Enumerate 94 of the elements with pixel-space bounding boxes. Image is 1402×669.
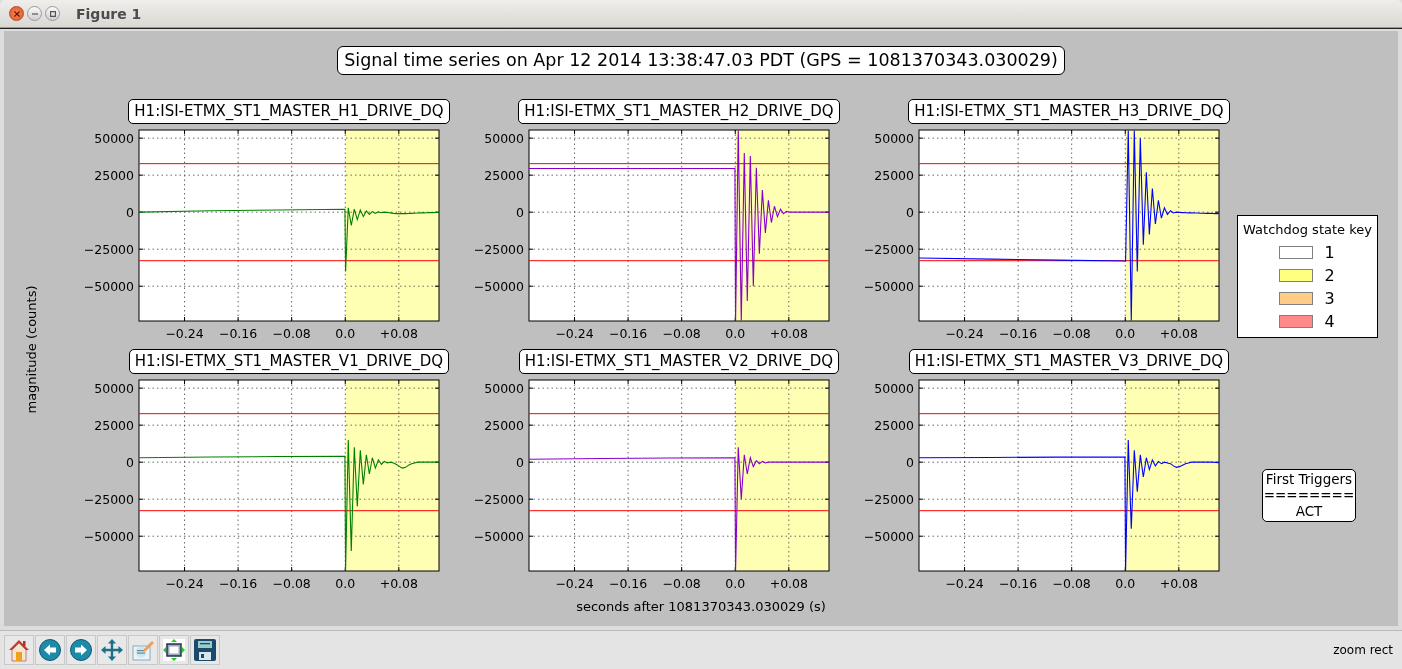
- tick-label: −0.08: [1052, 576, 1091, 591]
- tick-label: 0: [126, 454, 134, 470]
- tick-label: 25000: [874, 167, 914, 183]
- tick-label: 0.0: [335, 576, 356, 591]
- subplot-title: H1:ISI-ETMX_ST1_MASTER_V3_DRIVE_DQ: [908, 349, 1230, 374]
- tick-label: −0.24: [555, 326, 594, 341]
- subplot-title: H1:ISI-ETMX_ST1_MASTER_H2_DRIVE_DQ: [518, 99, 840, 124]
- tick-label: −0.16: [998, 576, 1038, 591]
- tick-label: −50000: [863, 528, 914, 544]
- tick-label: −0.08: [272, 576, 311, 591]
- tick-label: −25000: [83, 241, 134, 257]
- figure-title: Signal time series on Apr 12 2014 13:38:47.03 PDT (GPS = 1081370343.030029): [337, 46, 1065, 75]
- subplot-title: H1:ISI-ETMX_ST1_MASTER_H1_DRIVE_DQ: [128, 99, 450, 124]
- tick-label: −50000: [83, 528, 134, 544]
- separator-text: ========: [1263, 487, 1355, 503]
- tick-label: −0.24: [555, 576, 594, 591]
- tick-label: −50000: [863, 278, 914, 294]
- tick-label: +0.08: [1159, 576, 1198, 591]
- tick-label: 25000: [94, 417, 134, 433]
- tick-label: 50000: [94, 130, 134, 146]
- minimize-icon: [31, 12, 38, 15]
- tick-label: −0.16: [608, 576, 648, 591]
- subplot-title: H1:ISI-ETMX_ST1_MASTER_H3_DRIVE_DQ: [908, 99, 1230, 124]
- tick-label: −0.08: [1052, 326, 1091, 341]
- window-title: Figure 1: [76, 5, 142, 22]
- tick-label: −50000: [83, 278, 134, 294]
- tick-label: 0.0: [1115, 326, 1136, 341]
- tick-label: −0.08: [272, 326, 311, 341]
- tick-label: −25000: [863, 241, 914, 257]
- tick-label: 25000: [94, 167, 134, 183]
- close-button[interactable]: [9, 6, 24, 21]
- legend-label: 4: [1324, 312, 1336, 331]
- x-axis-label: seconds after 1081370343.030029 (s): [576, 599, 826, 614]
- tick-label: 50000: [94, 380, 134, 396]
- tick-label: 0: [516, 204, 524, 220]
- legend-title: Watchdog state key: [1242, 221, 1373, 238]
- forward-button[interactable]: [66, 635, 96, 665]
- tick-label: 50000: [874, 130, 914, 146]
- trigger-value: ACT: [1295, 503, 1323, 519]
- tick-label: 50000: [484, 380, 524, 396]
- tick-label: 25000: [874, 417, 914, 433]
- tick-label: 0: [516, 454, 524, 470]
- triggers-heading: First Triggers: [1265, 471, 1353, 487]
- tick-label: 0.0: [725, 326, 746, 341]
- legend-label: 2: [1324, 266, 1336, 285]
- maximize-icon: [49, 10, 56, 17]
- tick-label: −0.24: [945, 576, 984, 591]
- four-way-arrow-icon: [100, 638, 124, 662]
- subplot-title: H1:ISI-ETMX_ST1_MASTER_V1_DRIVE_DQ: [128, 349, 450, 374]
- tick-label: +0.08: [769, 326, 808, 341]
- tick-label: −0.16: [608, 326, 648, 341]
- tick-label: 0.0: [1115, 576, 1136, 591]
- tick-label: 25000: [484, 167, 524, 183]
- tick-label: −50000: [473, 278, 524, 294]
- tick-label: −50000: [473, 528, 524, 544]
- tick-label: 50000: [484, 130, 524, 146]
- tick-label: 0.0: [725, 576, 746, 591]
- zoom-button[interactable]: [159, 635, 189, 665]
- pan-button[interactable]: [97, 635, 127, 665]
- tick-label: 0: [906, 454, 914, 470]
- tick-label: −0.16: [218, 576, 258, 591]
- tick-label: −0.08: [662, 326, 701, 341]
- tick-label: −0.16: [218, 326, 258, 341]
- tick-label: 25000: [484, 417, 524, 433]
- tick-label: +0.08: [379, 576, 418, 591]
- subplot-title: H1:ISI-ETMX_ST1_MASTER_V2_DRIVE_DQ: [518, 349, 840, 374]
- tick-label: −25000: [83, 491, 134, 507]
- tick-label: 0: [906, 204, 914, 220]
- close-icon: [13, 10, 20, 17]
- legend-label: 1: [1324, 243, 1336, 262]
- home-button[interactable]: [4, 635, 34, 665]
- legend-label: 3: [1324, 289, 1336, 308]
- tick-label: +0.08: [1159, 326, 1198, 341]
- tick-label: −25000: [863, 491, 914, 507]
- tick-label: −0.16: [998, 326, 1038, 341]
- back-button[interactable]: [35, 635, 65, 665]
- house-icon: [7, 638, 31, 662]
- tick-label: −0.24: [945, 326, 984, 341]
- maximize-button[interactable]: [45, 6, 60, 21]
- tick-label: −0.24: [165, 326, 204, 341]
- tick-label: −25000: [473, 491, 524, 507]
- frame-arrows-icon: [162, 638, 186, 662]
- status-text: zoom rect: [1333, 643, 1393, 657]
- tick-label: −0.24: [165, 576, 204, 591]
- tick-label: −25000: [473, 241, 524, 257]
- save-button[interactable]: [190, 635, 220, 665]
- tick-label: −0.08: [662, 576, 701, 591]
- tick-label: +0.08: [379, 326, 418, 341]
- tick-label: +0.08: [769, 576, 808, 591]
- tick-label: 0: [126, 204, 134, 220]
- tick-label: 50000: [874, 380, 914, 396]
- tick-label: 0.0: [335, 326, 356, 341]
- document-pencil-icon: [131, 638, 155, 662]
- y-axis-label: magnitude (counts): [24, 285, 39, 413]
